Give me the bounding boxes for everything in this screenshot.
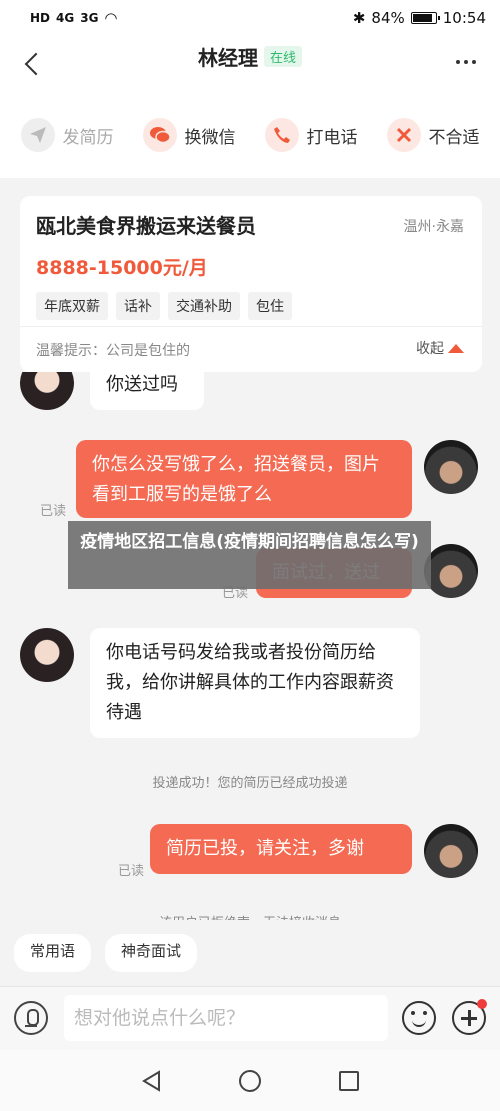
action-bar: 发简历 换微信 打电话 不合适	[0, 92, 500, 178]
collapse-label: 收起	[416, 341, 444, 357]
job-card[interactable]: 瓯北美食界搬运来送餐员 温州·永嘉 8888-15000元/月 年底双薪 话补 …	[20, 196, 482, 372]
signal-4g-icon: 4G	[56, 11, 75, 25]
quick-reply-common-phrases[interactable]: 常用语	[14, 934, 92, 972]
send-resume-button[interactable]: 发简历	[20, 118, 114, 152]
system-notice: 该用户已拒绝索，无法接收消息	[0, 912, 500, 920]
job-tag: 交通补助	[168, 292, 240, 320]
status-time: 10:54	[442, 9, 486, 27]
system-notice: 投递成功！您的简历已经成功投递	[152, 776, 348, 791]
input-bar	[0, 986, 500, 1050]
notification-dot	[477, 999, 487, 1009]
message-outgoing: 简历已投，请关注，多谢	[150, 824, 412, 874]
user-avatar[interactable]	[424, 544, 478, 598]
plus-icon[interactable]	[452, 999, 487, 1035]
nav-recent-icon[interactable]	[339, 1070, 359, 1091]
signal-3g-icon: 3G	[80, 11, 99, 25]
voice-icon[interactable]	[14, 1001, 48, 1035]
caret-up-icon	[448, 343, 464, 353]
battery-percent: 84%	[371, 9, 405, 27]
divider	[20, 326, 482, 327]
job-tag: 年底双薪	[36, 292, 108, 320]
overlay-caption: 疫情地区招工信息(疫情期间招聘信息怎么写)	[68, 521, 431, 589]
status-left: HD 4G 3G ◠	[30, 9, 118, 27]
contact-name: 林经理	[197, 46, 258, 70]
message-incoming: 你电话号码发给我或者投份简历给我，给你讲解具体的工作内容跟薪资待遇	[90, 628, 420, 738]
job-salary: 8888-15000元/月	[36, 257, 208, 279]
status-bar: HD 4G 3G ◠ ✱ 84% 10:54	[0, 0, 500, 36]
message-outgoing: 你怎么没写饿了么，招送餐员，图片看到工服写的是饿了么	[76, 440, 412, 518]
chat-area[interactable]: 你送过吗 你怎么没写饿了么，招送餐员，图片看到工服写的是饿了么 已读 面试过，送…	[0, 372, 500, 920]
user-avatar[interactable]	[424, 824, 478, 878]
quick-reply-magic-interview[interactable]: 神奇面试	[105, 934, 198, 972]
emoji-icon[interactable]	[402, 1001, 436, 1035]
exchange-wechat-button[interactable]: 换微信	[142, 118, 236, 152]
quick-replies: 常用语 神奇面试	[0, 920, 500, 986]
bluetooth-icon: ✱	[352, 9, 366, 27]
more-icon[interactable]	[456, 60, 476, 64]
not-suitable-button[interactable]: 不合适	[386, 118, 480, 152]
paper-plane-icon	[20, 118, 55, 152]
job-tip: 温馨提示：公司是包住的	[36, 343, 190, 359]
system-nav-bar	[0, 1050, 500, 1111]
job-tag: 话补	[116, 292, 160, 320]
message-input[interactable]	[64, 995, 388, 1041]
phone-icon	[264, 118, 299, 152]
job-tag: 包住	[248, 292, 292, 320]
battery-icon	[410, 12, 440, 24]
read-receipt: 已读	[118, 864, 145, 879]
message-incoming: 你送过吗	[90, 372, 204, 410]
contact-title: 林经理 在线	[0, 42, 500, 71]
job-location: 温州·永嘉	[403, 219, 464, 235]
status-right: ✱ 84% 10:54	[353, 9, 486, 27]
read-receipt: 已读	[40, 504, 67, 519]
send-resume-label: 发简历	[62, 127, 114, 148]
exchange-wechat-label: 换微信	[184, 127, 236, 148]
not-suitable-label: 不合适	[428, 127, 480, 148]
collapse-button[interactable]: 收起	[416, 338, 464, 358]
online-badge: 在线	[263, 46, 302, 67]
recruiter-avatar[interactable]	[20, 628, 74, 682]
chat-header: 林经理 在线	[0, 36, 500, 92]
nav-home-icon[interactable]	[239, 1069, 261, 1092]
user-avatar[interactable]	[424, 440, 478, 494]
job-title: 瓯北美食界搬运来送餐员	[36, 214, 256, 238]
recruiter-avatar[interactable]	[20, 372, 74, 410]
hd-indicator: HD	[30, 11, 51, 25]
wifi-icon: ◠	[104, 9, 118, 27]
job-tags: 年底双薪 话补 交通补助 包住	[36, 292, 466, 320]
nav-back-icon[interactable]	[141, 1069, 161, 1092]
call-label: 打电话	[306, 127, 358, 148]
close-icon	[386, 118, 421, 152]
call-button[interactable]: 打电话	[264, 118, 358, 152]
wechat-icon	[142, 118, 177, 152]
